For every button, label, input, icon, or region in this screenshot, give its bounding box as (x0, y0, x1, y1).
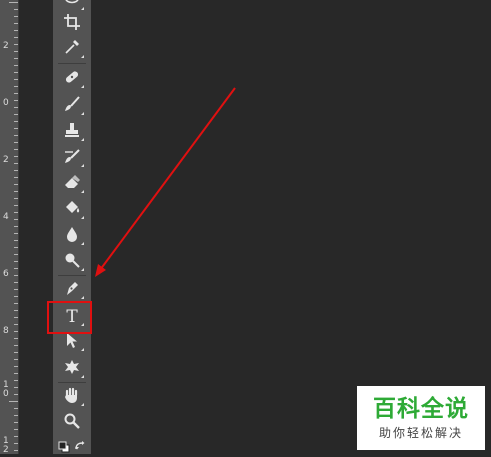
watermark-subtitle: 助你轻松解决 (378, 426, 463, 440)
watermark-title: 百科全说 (373, 396, 469, 422)
watermark-logo: 百科全说 助你轻松解决 (357, 386, 485, 450)
